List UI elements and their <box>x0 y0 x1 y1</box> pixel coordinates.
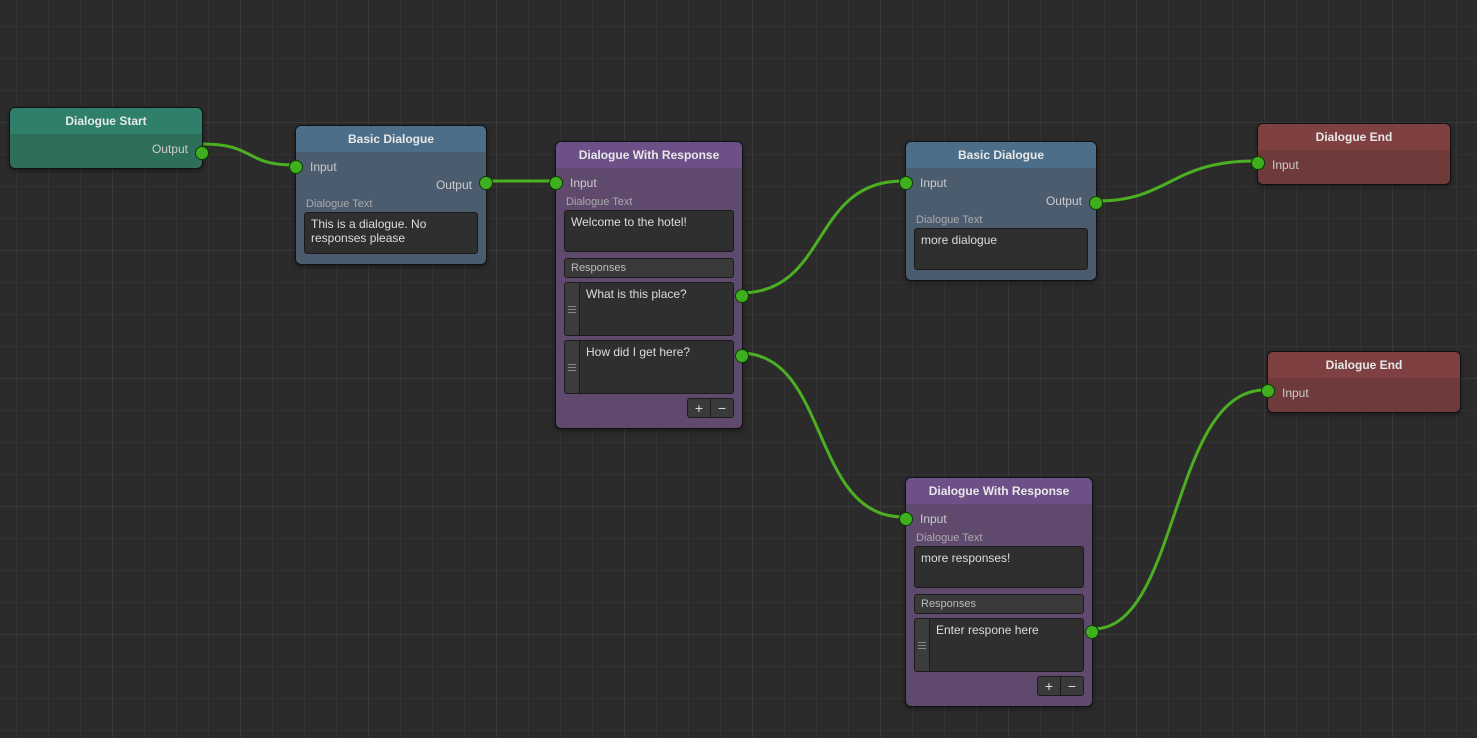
port-output[interactable] <box>479 176 493 190</box>
port-input[interactable] <box>289 160 303 174</box>
port-label-output: Output <box>150 141 190 157</box>
port-input[interactable] <box>899 176 913 190</box>
port-response-output[interactable] <box>735 349 749 363</box>
node-dialogue-end-2[interactable]: Dialogue End Input <box>1267 351 1461 413</box>
responses-header: Responses <box>564 258 734 278</box>
port-label-input: Input <box>918 511 949 527</box>
dialogue-text-input[interactable]: This is a dialogue. No responses please <box>304 212 478 254</box>
port-label-output: Output <box>1044 193 1084 209</box>
port-input[interactable] <box>1261 384 1275 398</box>
node-basic-dialogue-1[interactable]: Basic Dialogue Input Output Dialogue Tex… <box>295 125 487 265</box>
port-label-input: Input <box>918 175 949 191</box>
node-graph-canvas[interactable]: Dialogue Start Output Basic Dialogue Inp… <box>0 0 1477 738</box>
response-item[interactable]: How did I get here? <box>564 340 734 394</box>
dialogue-text-input[interactable]: more dialogue <box>914 228 1088 270</box>
drag-handle-icon[interactable] <box>914 618 929 672</box>
drag-handle-icon[interactable] <box>564 282 579 336</box>
responses-header: Responses <box>914 594 1084 614</box>
node-basic-dialogue-2[interactable]: Basic Dialogue Input Output Dialogue Tex… <box>905 141 1097 281</box>
port-input[interactable] <box>549 176 563 190</box>
add-response-button[interactable]: + <box>1037 676 1061 696</box>
node-title: Basic Dialogue <box>906 142 1096 168</box>
port-label-output: Output <box>434 177 474 193</box>
node-title: Dialogue End <box>1258 124 1450 150</box>
remove-response-button[interactable]: − <box>1061 676 1084 696</box>
node-dialogue-start[interactable]: Dialogue Start Output <box>9 107 203 169</box>
port-response-output[interactable] <box>1085 625 1099 639</box>
node-title: Dialogue With Response <box>556 142 742 168</box>
node-title: Dialogue With Response <box>906 478 1092 504</box>
port-input[interactable] <box>899 512 913 526</box>
port-response-output[interactable] <box>735 289 749 303</box>
add-response-button[interactable]: + <box>687 398 711 418</box>
field-label: Dialogue Text <box>566 196 732 208</box>
response-text-input[interactable]: Enter respone here <box>929 618 1084 672</box>
node-dialogue-with-response-2[interactable]: Dialogue With Response Input Dialogue Te… <box>905 477 1093 707</box>
port-output[interactable] <box>195 146 209 160</box>
drag-handle-icon[interactable] <box>564 340 579 394</box>
port-label-input: Input <box>568 175 599 191</box>
port-label-input: Input <box>308 159 339 175</box>
field-label: Dialogue Text <box>916 532 1082 544</box>
response-item[interactable]: Enter respone here <box>914 618 1084 672</box>
response-item[interactable]: What is this place? <box>564 282 734 336</box>
node-dialogue-with-response-1[interactable]: Dialogue With Response Input Dialogue Te… <box>555 141 743 429</box>
dialogue-text-input[interactable]: Welcome to the hotel! <box>564 210 734 252</box>
port-input[interactable] <box>1251 156 1265 170</box>
node-title: Basic Dialogue <box>296 126 486 152</box>
field-label: Dialogue Text <box>916 214 1086 226</box>
port-label-input: Input <box>1270 157 1301 173</box>
response-text-input[interactable]: How did I get here? <box>579 340 734 394</box>
node-title: Dialogue Start <box>10 108 202 134</box>
node-dialogue-end-1[interactable]: Dialogue End Input <box>1257 123 1451 185</box>
field-label: Dialogue Text <box>306 198 476 210</box>
remove-response-button[interactable]: − <box>711 398 734 418</box>
node-title: Dialogue End <box>1268 352 1460 378</box>
port-label-input: Input <box>1280 385 1311 401</box>
response-text-input[interactable]: What is this place? <box>579 282 734 336</box>
port-output[interactable] <box>1089 196 1103 210</box>
dialogue-text-input[interactable]: more responses! <box>914 546 1084 588</box>
